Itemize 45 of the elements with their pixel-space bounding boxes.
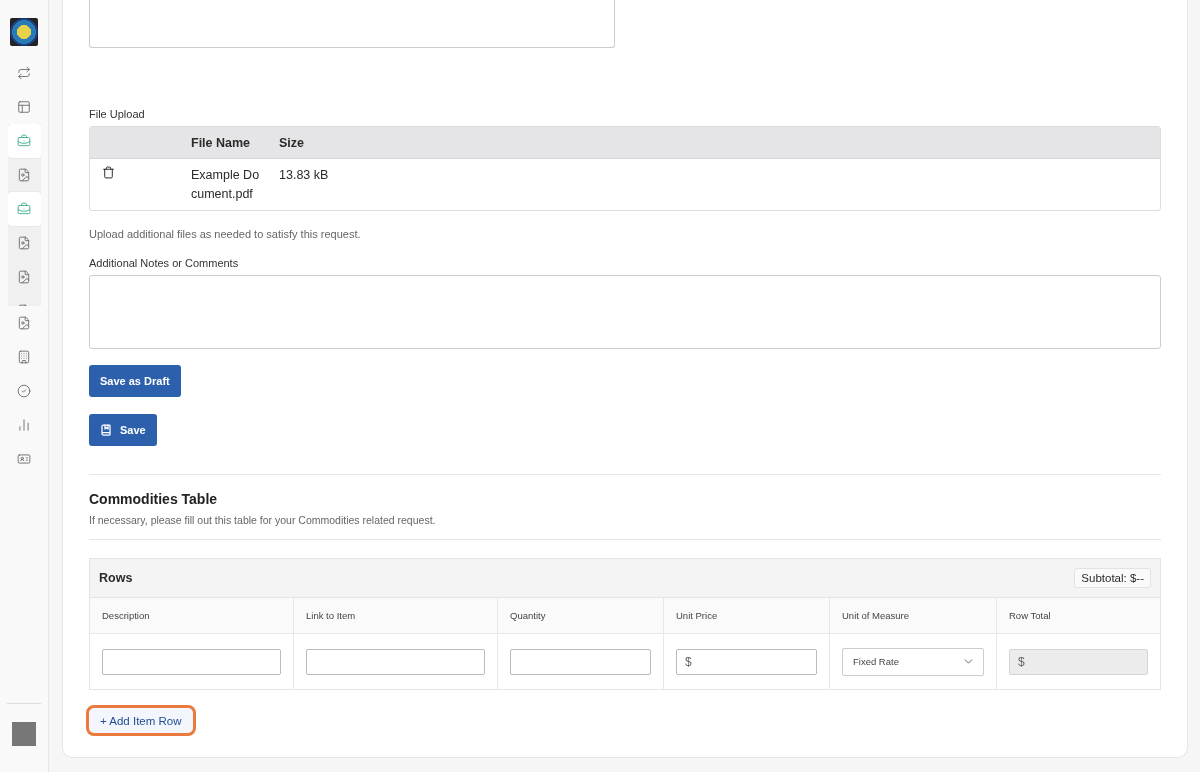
unit-select[interactable]: Fixed Rate — [842, 647, 984, 676]
column-header: Description — [90, 598, 294, 634]
column-header: Size — [279, 135, 305, 150]
text-input[interactable] — [102, 648, 281, 675]
building-icon — [17, 350, 31, 364]
image-file-icon — [17, 270, 31, 284]
column-header: Quantity — [498, 598, 664, 634]
sidebar-item[interactable] — [7, 124, 41, 158]
check-circle-icon — [17, 384, 31, 398]
logo-icon — [10, 18, 38, 46]
notes-text-area[interactable] — [89, 275, 1161, 349]
currency-input: $ — [1009, 648, 1148, 675]
text-area[interactable] — [89, 0, 615, 48]
save-button[interactable]: Save as Draft — [89, 365, 181, 397]
briefcase-icon — [17, 202, 31, 216]
column-header: Row Total — [997, 598, 1160, 634]
subtotal-label: Subtotal: $-- — [1074, 568, 1151, 588]
column-header: Link to Item — [294, 598, 498, 634]
image-file-icon — [17, 236, 31, 250]
table-cell-text: Example Document.pdf — [191, 167, 261, 203]
save-button[interactable]: Save — [89, 414, 157, 446]
column-header: Unit Price — [664, 598, 830, 634]
layout-icon — [17, 100, 31, 114]
book-icon — [100, 424, 112, 436]
image-file-icon — [17, 316, 31, 330]
add-row-button[interactable]: + Add Item Row — [86, 705, 196, 736]
trash-icon[interactable] — [102, 166, 115, 179]
briefcase-icon — [17, 134, 31, 148]
help-text: Upload additional files as needed to satisfy this request. — [89, 228, 362, 240]
column-header: Unit of Measure — [830, 598, 997, 634]
section-title: Commodities Table — [89, 491, 219, 507]
table-cell-text: 13.83 kB — [279, 167, 330, 184]
image-file-icon — [17, 168, 31, 182]
field-label: Additional Notes or Comments — [89, 257, 240, 269]
section-description: If necessary, please fill out this table for your Commodities related request. — [89, 514, 437, 526]
sidebar-item[interactable] — [7, 192, 41, 226]
text-input[interactable] — [510, 648, 651, 675]
id-card-icon — [17, 452, 31, 466]
currency-input[interactable]: $ — [676, 648, 817, 675]
swap-arrows-icon — [17, 66, 31, 80]
field-label: File Upload — [89, 108, 146, 120]
panel-title: Rows — [99, 571, 133, 585]
bar-chart-icon — [17, 418, 31, 432]
column-header: File Name — [191, 135, 252, 150]
text-input[interactable] — [306, 648, 485, 675]
